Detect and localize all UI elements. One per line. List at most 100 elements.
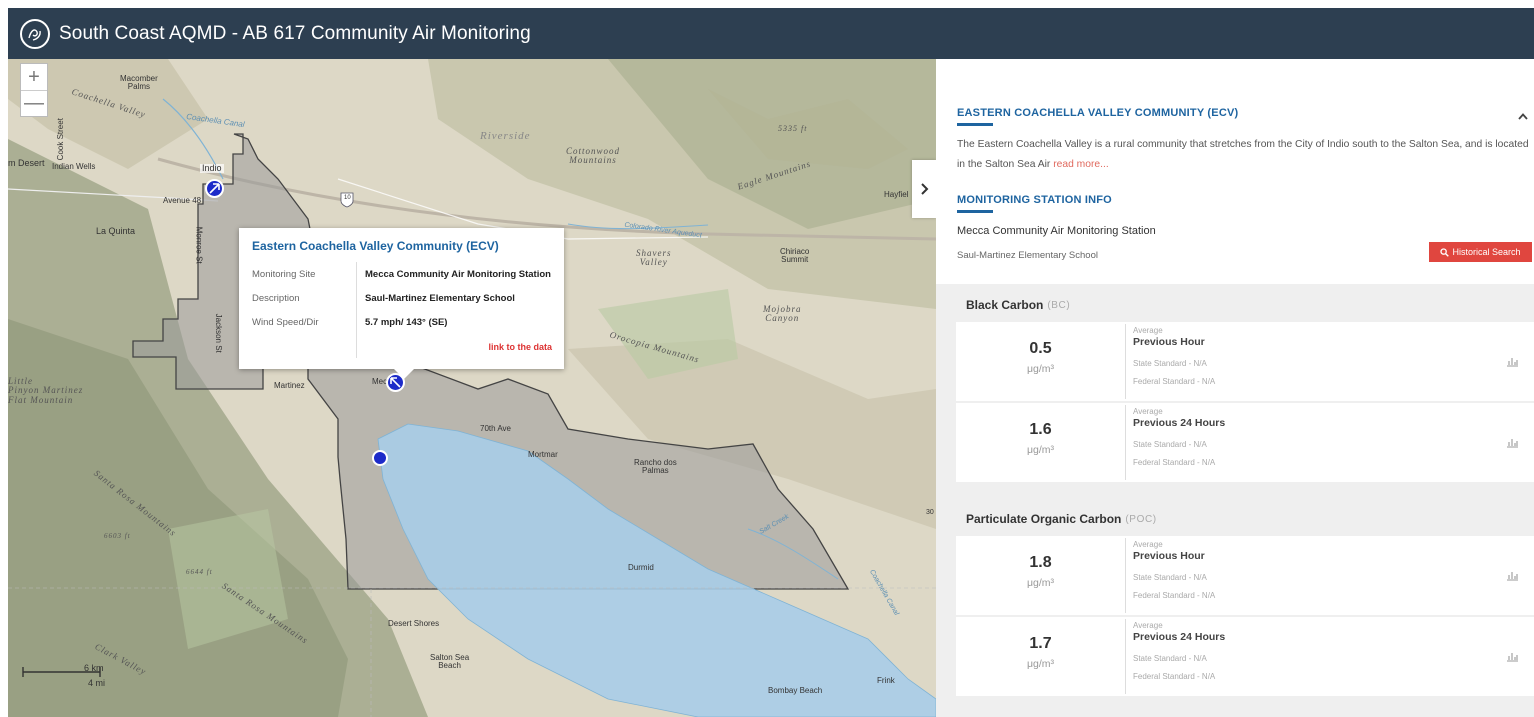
- map-label-indio: Indio: [200, 163, 224, 174]
- map-label-rancho-dos-palmas: Rancho dos Palmas: [634, 458, 677, 476]
- metric-average-label: Average: [1133, 621, 1163, 630]
- station-marker-indio[interactable]: [205, 179, 224, 198]
- metric-divider: [1125, 324, 1126, 399]
- map-label-30: 30: [926, 509, 934, 516]
- metric-value: 1.6: [1029, 421, 1052, 438]
- map-label-salton-sea-beach: Salton Sea Beach: [430, 653, 470, 671]
- bar-chart-icon[interactable]: [1506, 356, 1519, 367]
- metric-group-black-carbon: Black Carbon (BC) 0.5 μg/m³ Average Prev…: [956, 288, 1534, 484]
- map-label-peak-6644: 6644 ft: [186, 568, 213, 576]
- zoom-control: + —: [20, 63, 48, 117]
- historical-search-button[interactable]: Historical Search: [1429, 242, 1532, 262]
- metric-unit: μg/m³: [1026, 577, 1055, 589]
- community-title: EASTERN COACHELLA VALLEY COMMUNITY (ECV): [957, 107, 1239, 119]
- metric-average-label: Average: [1133, 407, 1163, 416]
- app-root: South Coast AQMD - AB 617 Community Air …: [0, 0, 1534, 717]
- community-description: The Eastern Coachella Valley is a rural …: [957, 135, 1534, 175]
- map-label-little-pinyon: Little Pinyon Martinez Flat Mountain: [8, 376, 84, 405]
- map-view[interactable]: + — Macomber Palms Coachella Valley Coac…: [8, 59, 936, 717]
- popup-value: 5.7 mph/ 143° (SE): [365, 316, 448, 328]
- metric-state-standard: State Standard - N/A: [1133, 359, 1207, 368]
- metric-name: Black Carbon: [966, 298, 1044, 312]
- search-icon: [1440, 247, 1450, 257]
- metric-federal-standard: Federal Standard - N/A: [1133, 591, 1216, 600]
- popup-row: Wind Speed/Dir 5.7 mph/ 143° (SE): [252, 310, 552, 334]
- map-basemap: [8, 59, 936, 717]
- metric-group-header: Particulate Organic Carbon (POC): [956, 502, 1534, 536]
- popup-value: Saul-Martinez Elementary School: [365, 292, 515, 304]
- metric-card: 0.5 μg/m³ Average Previous Hour State St…: [956, 322, 1534, 401]
- metric-unit: μg/m³: [1026, 444, 1055, 456]
- map-label-mecca: Mec: [372, 377, 388, 386]
- panel-expand-tab[interactable]: [912, 160, 936, 218]
- aqmd-logo-icon: [20, 18, 50, 49]
- popup-key-spacer: [252, 334, 357, 358]
- map-label-riverside: Riverside: [480, 130, 531, 142]
- map-label-bombay-beach: Bombay Beach: [768, 686, 823, 695]
- bar-chart-icon[interactable]: [1506, 437, 1519, 448]
- metric-card: 1.8 μg/m³ Average Previous Hour State St…: [956, 536, 1534, 615]
- metric-name: Particulate Organic Carbon: [966, 512, 1122, 526]
- bar-chart-icon[interactable]: [1506, 651, 1519, 662]
- popup-key: Monitoring Site: [252, 262, 357, 286]
- map-label-desert: m Desert: [8, 158, 45, 168]
- chevron-right-icon: [920, 183, 928, 195]
- zoom-in-button[interactable]: +: [21, 64, 47, 90]
- metric-period: Previous 24 Hours: [1133, 417, 1226, 429]
- map-label-mojobra-canyon: Mojobra Canyon: [763, 304, 802, 324]
- map-label-desert-shores: Desert Shores: [388, 619, 440, 628]
- map-label-avenue48: Avenue 48: [163, 196, 202, 205]
- metric-unit: μg/m³: [1026, 658, 1055, 670]
- metric-average-label: Average: [1133, 540, 1163, 549]
- map-label-chiriaco-summit: Chiriaco Summit: [780, 247, 810, 265]
- map-label-durmid: Durmid: [628, 563, 654, 572]
- metric-value: 0.5: [1029, 340, 1052, 357]
- map-label-jackson-st: Jackson St: [213, 313, 223, 353]
- metric-abbr: (POC): [1125, 513, 1157, 525]
- station-marker-salton[interactable]: [372, 450, 388, 466]
- scale-km-label: 6 km: [84, 663, 104, 673]
- top-bar: South Coast AQMD - AB 617 Community Air …: [8, 8, 1534, 59]
- popup-key: Wind Speed/Dir: [252, 310, 357, 334]
- metric-value: 1.8: [1029, 554, 1052, 571]
- description-text: The Eastern Coachella Valley is a rural …: [957, 139, 1529, 170]
- map-label-frink: Frink: [877, 676, 895, 685]
- popup-title: Eastern Coachella Valley Community (ECV): [252, 239, 499, 253]
- map-label-route-10: 10: [344, 195, 351, 201]
- map-label-70th-ave: 70th Ave: [480, 424, 511, 433]
- popup-row: Monitoring Site Mecca Community Air Moni…: [252, 262, 552, 286]
- metric-divider: [1125, 619, 1126, 694]
- community-popup: Eastern Coachella Valley Community (ECV)…: [239, 228, 564, 379]
- popup-data-link[interactable]: link to the data: [488, 342, 552, 352]
- map-label-macomber-palms: Macomber Palms: [120, 74, 158, 92]
- map-label-la-quinta: La Quinta: [96, 226, 136, 236]
- metric-divider: [1125, 405, 1126, 480]
- map-label-mortmar: Mortmar: [528, 450, 558, 459]
- historical-search-label: Historical Search: [1452, 247, 1521, 257]
- zoom-out-button[interactable]: —: [21, 90, 47, 116]
- metric-period: Previous Hour: [1133, 336, 1205, 348]
- community-title-underline: [957, 123, 993, 126]
- info-panel: EASTERN COACHELLA VALLEY COMMUNITY (ECV)…: [936, 59, 1534, 717]
- popup-row: Description Saul-Martinez Elementary Sch…: [252, 286, 552, 310]
- scale-bar: 6 km 4 mi: [22, 663, 106, 689]
- station-name: Mecca Community Air Monitoring Station: [957, 225, 1156, 237]
- station-site: Saul-Martinez Elementary School: [957, 250, 1098, 261]
- chevron-up-icon[interactable]: [1518, 107, 1528, 123]
- scale-mi-label: 4 mi: [88, 678, 106, 688]
- metric-card: 1.7 μg/m³ Average Previous 24 Hours Stat…: [956, 617, 1534, 696]
- metric-group-particulate-organic-carbon: Particulate Organic Carbon (POC) 1.8 μg/…: [956, 502, 1534, 698]
- metrics-list: Black Carbon (BC) 0.5 μg/m³ Average Prev…: [936, 284, 1534, 717]
- app-title: South Coast AQMD - AB 617 Community Air …: [59, 22, 531, 44]
- metric-value: 1.7: [1029, 635, 1052, 652]
- metric-period: Previous Hour: [1133, 550, 1205, 562]
- map-label-monroe-st: Monroe St: [194, 226, 204, 264]
- bar-chart-icon[interactable]: [1506, 570, 1519, 581]
- station-info-title: MONITORING STATION INFO: [957, 194, 1112, 206]
- metric-state-standard: State Standard - N/A: [1133, 654, 1207, 663]
- read-more-link[interactable]: read more...: [1053, 159, 1109, 170]
- popup-value: Mecca Community Air Monitoring Station: [365, 268, 551, 280]
- metric-federal-standard: Federal Standard - N/A: [1133, 672, 1216, 681]
- map-label-shavers-valley: Shavers Valley: [636, 248, 672, 268]
- map-label-cook-street: Cook Street: [55, 118, 65, 161]
